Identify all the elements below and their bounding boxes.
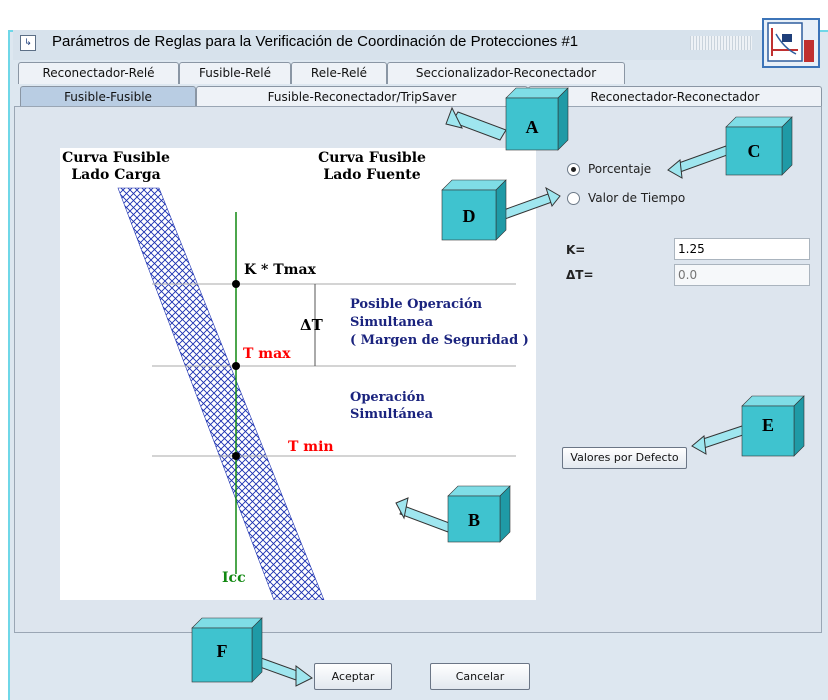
callout-b-label: B — [468, 510, 480, 530]
callout-c-label: C — [748, 141, 761, 161]
callout-e: E — [691, 395, 805, 457]
callout-c: C — [667, 116, 793, 179]
callout-d: D — [441, 179, 561, 241]
callout-a: A — [445, 87, 569, 151]
callout-d-label: D — [463, 206, 476, 226]
callout-f: F — [191, 617, 313, 687]
callout-a-label: A — [526, 117, 539, 137]
callout-f-label: F — [217, 641, 228, 661]
callout-b: B — [395, 485, 511, 543]
callout-e-label: E — [762, 415, 774, 435]
